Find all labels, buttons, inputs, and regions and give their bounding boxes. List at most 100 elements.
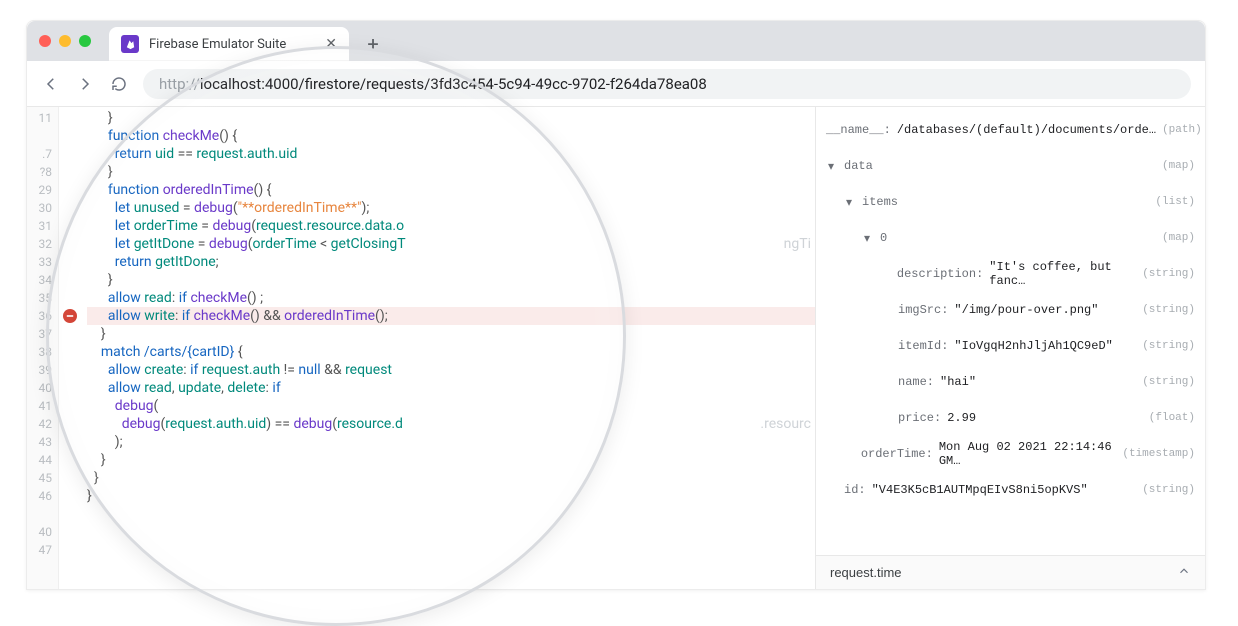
data-key: items (862, 195, 898, 209)
line-number: .7 (27, 145, 58, 163)
line-number (27, 127, 58, 145)
url-protocol: http:// (159, 75, 200, 93)
line-number: 40 (27, 523, 58, 541)
data-value: "IoVgqH2nhJljAh1QC9eD" (954, 339, 1112, 353)
data-row[interactable]: ▾items(list) (826, 189, 1195, 215)
code-line: debug(request.auth.uid) == debug(resourc… (87, 415, 815, 433)
chevron-up-icon (1177, 564, 1191, 581)
data-type: (string) (1142, 376, 1195, 388)
caret-icon[interactable]: ▾ (846, 195, 856, 210)
new-tab-button[interactable]: + (359, 30, 387, 58)
marker-cell (59, 469, 81, 487)
marker-cell (59, 199, 81, 217)
truncated-ghost-text: ngTi (784, 235, 811, 253)
code-line: function orderedInTime() { (87, 181, 815, 199)
request-data-panel: __name__: /databases/(default)/documents… (815, 107, 1205, 589)
data-key: itemId: (898, 339, 948, 353)
data-key: 0 (880, 231, 887, 245)
line-number: 35 (27, 289, 58, 307)
marker-cell (59, 505, 81, 523)
data-value: 2.99 (947, 411, 976, 425)
maximize-window-button[interactable] (79, 35, 91, 47)
code-line: function checkMe() { (87, 127, 815, 145)
caret-icon[interactable]: ▾ (828, 159, 838, 174)
code-line: allow read, update, delete: if (87, 379, 815, 397)
reload-button[interactable] (109, 74, 129, 94)
forward-button[interactable] (75, 74, 95, 94)
tab-title: Firebase Emulator Suite (149, 37, 286, 52)
code-line: } (87, 109, 815, 127)
code-line: } (87, 271, 815, 289)
data-row: id: "V4E3K5cB1AUTMpqEIvS8ni5opKVS" (strin… (826, 477, 1195, 503)
marker-cell (59, 415, 81, 433)
marker-cell (59, 361, 81, 379)
marker-cell (59, 487, 81, 505)
data-type: (string) (1142, 304, 1195, 316)
line-number: 30 (27, 199, 58, 217)
code-line: } (87, 487, 815, 505)
code-line: let getItDone = debug(orderTime < getClo… (87, 235, 815, 253)
data-value: "V4E3K5cB1AUTMpqEIvS8ni5opKVS" (872, 483, 1088, 497)
marker-cell (59, 307, 81, 325)
back-button[interactable] (41, 74, 61, 94)
marker-cell (59, 325, 81, 343)
line-number: 41 (27, 397, 58, 415)
code-line: allow create: if request.auth != null &&… (87, 361, 815, 379)
code-line: return uid == request.auth.uid (87, 145, 815, 163)
data-value: Mon Aug 02 2021 22:14:46 GM… (939, 440, 1117, 468)
data-key: name: (898, 375, 934, 389)
line-number: 34 (27, 271, 58, 289)
line-number (27, 505, 58, 523)
panel-footer-request-time[interactable]: request.time (816, 555, 1205, 589)
marker-cell (59, 433, 81, 451)
code-line: allow read: if checkMe() ; (87, 289, 815, 307)
code-line: } (87, 451, 815, 469)
line-number: 38 (27, 343, 58, 361)
data-key: id: (844, 483, 866, 497)
error-marker-icon[interactable] (63, 309, 77, 323)
line-number: 43 (27, 433, 58, 451)
tab-bar: Firebase Emulator Suite ✕ + (27, 21, 1205, 61)
data-key: imgSrc: (898, 303, 948, 317)
footer-label: request.time (830, 565, 902, 580)
data-type: (string) (1142, 484, 1195, 496)
firebase-favicon-icon (121, 35, 139, 53)
code-line: } (87, 163, 815, 181)
caret-icon[interactable]: ▾ (864, 231, 874, 246)
close-tab-icon[interactable]: ✕ (325, 36, 337, 52)
code-editor[interactable]: } function checkMe() { return uid == req… (81, 107, 815, 589)
data-row-name: __name__: /databases/(default)/documents… (826, 117, 1195, 143)
code-line: } (87, 325, 815, 343)
code-line: let orderTime = debug(request.resource.d… (87, 217, 815, 235)
close-window-button[interactable] (39, 35, 51, 47)
browser-toolbar: http://localhost:4000/firestore/requests… (27, 61, 1205, 107)
data-row: description: "It's coffee, but fanc…(str… (826, 261, 1195, 287)
data-key: description: (897, 267, 983, 281)
code-line (87, 541, 815, 559)
data-row[interactable]: ▾data(map) (826, 153, 1195, 179)
line-number: 42 (27, 415, 58, 433)
data-type: (map) (1162, 160, 1195, 172)
marker-cell (59, 163, 81, 181)
code-line: allow write: if checkMe() && orderedInTi… (87, 307, 815, 325)
content-area: 11.7?82930313233343536373839404142434445… (27, 107, 1205, 589)
marker-cell (59, 253, 81, 271)
marker-cell (59, 289, 81, 307)
marker-cell (59, 343, 81, 361)
marker-cell (59, 271, 81, 289)
data-key: price: (898, 411, 941, 425)
data-row[interactable]: ▾0(map) (826, 225, 1195, 251)
code-line: return getItDone; (87, 253, 815, 271)
minimize-window-button[interactable] (59, 35, 71, 47)
browser-tab[interactable]: Firebase Emulator Suite ✕ (109, 27, 349, 61)
line-number: 33 (27, 253, 58, 271)
data-row: orderTime: Mon Aug 02 2021 22:14:46 GM…(… (826, 441, 1195, 467)
line-number: 39 (27, 361, 58, 379)
url-path: localhost:4000/firestore/requests/3fd3c4… (200, 75, 707, 93)
code-line: match /carts/{cartID} { (87, 343, 815, 361)
data-value: "hai" (940, 375, 976, 389)
line-number-gutter: 11.7?82930313233343536373839404142434445… (27, 107, 59, 589)
data-value: "It's coffee, but fanc… (989, 260, 1136, 288)
address-bar[interactable]: http://localhost:4000/firestore/requests… (143, 69, 1191, 99)
marker-cell (59, 451, 81, 469)
